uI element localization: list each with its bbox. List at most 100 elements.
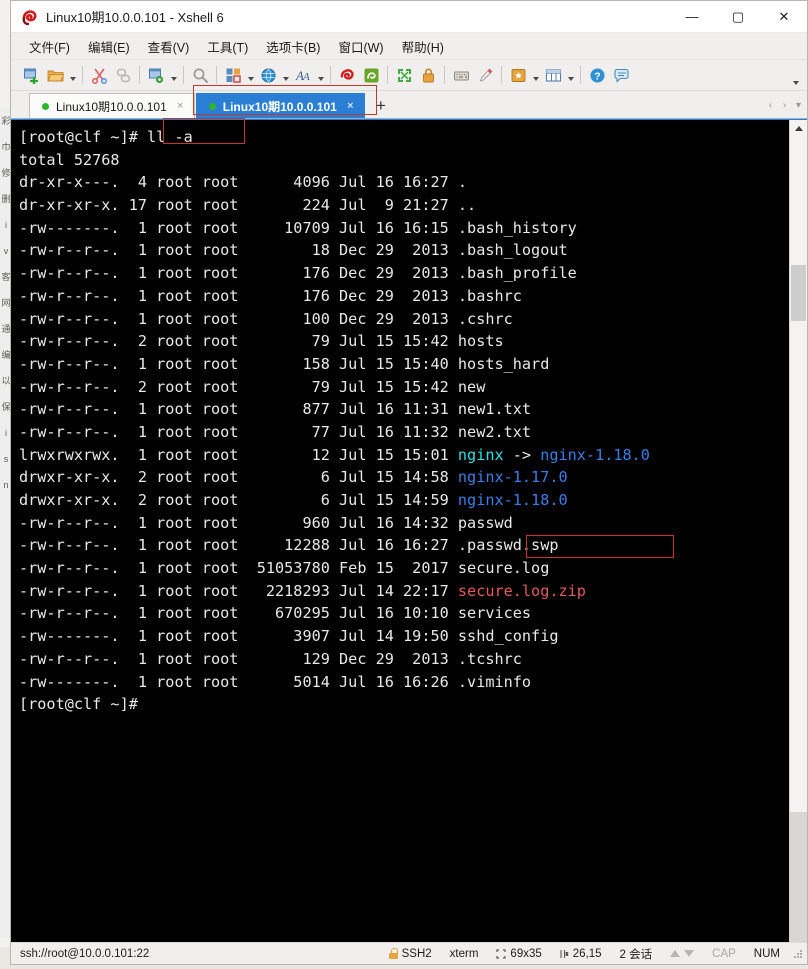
- status-cursor-label: 26,15: [572, 947, 602, 960]
- terminal-area: [root@clf ~]# ll -a total 52768 dr-xr-x---…: [11, 119, 807, 942]
- svg-text:?: ?: [594, 70, 600, 82]
- terminal-line: -rw-r--r--. 1 root root 877 Jul 16 11:31…: [19, 400, 532, 419]
- toolbar-separator: [387, 66, 388, 84]
- new-session-icon[interactable]: [19, 63, 43, 87]
- menu-edit[interactable]: 编辑(E): [79, 34, 139, 59]
- tab-close-icon[interactable]: ×: [175, 100, 186, 112]
- layout-icon[interactable]: [221, 63, 245, 87]
- properties-icon[interactable]: [144, 63, 168, 87]
- window-title: Linux10期10.0.0.101 - Xshell 6: [46, 10, 224, 25]
- resize-grip-icon[interactable]: [792, 948, 804, 960]
- scrollbar-bottom-filler: [790, 812, 807, 942]
- status-sessions: 2 会话: [619, 948, 653, 961]
- terminal-line: -rw-r--r--. 1 root root 960 Jul 16 14:32…: [19, 513, 513, 532]
- toolbar-separator: [501, 66, 502, 84]
- tab-session-1[interactable]: Linux10期10.0.0.101 ×: [29, 93, 195, 118]
- cut-icon[interactable]: [87, 63, 111, 87]
- chat-icon[interactable]: [609, 63, 633, 87]
- tab-prev-icon[interactable]: ‹: [766, 100, 775, 111]
- globe-icon[interactable]: [256, 63, 280, 87]
- terminal-line: drwxr-xr-x. 2 root root 6 Jul 15 14:58 n…: [19, 468, 568, 487]
- highlight-pen-icon[interactable]: [473, 63, 497, 87]
- properties-dropdown-caret[interactable]: [168, 63, 179, 87]
- xshell-icon[interactable]: [335, 63, 359, 87]
- terminal-scrollbar[interactable]: [789, 120, 807, 942]
- terminal-line: total 52768: [19, 150, 120, 169]
- compose-icon[interactable]: [506, 63, 530, 87]
- open-folder-dropdown-caret[interactable]: [67, 63, 78, 87]
- maximize-button[interactable]: ▢: [715, 1, 761, 32]
- menu-view[interactable]: 查看(V): [139, 34, 199, 59]
- terminal-line: -rw-r--r--. 1 root root 77 Jul 16 11:32 …: [19, 422, 532, 441]
- toolbar-separator: [139, 66, 140, 84]
- terminal-line: -rw-r--r--. 1 root root 176 Dec 29 2013 …: [19, 264, 577, 283]
- tab-next-icon[interactable]: ›: [780, 100, 789, 111]
- menu-bar: 文件(F) 编辑(E) 查看(V) 工具(T) 选项卡(B) 窗口(W) 帮助(…: [11, 33, 807, 60]
- scroll-up-arrow-icon[interactable]: [790, 120, 807, 137]
- terminal-line: -rw-r--r--. 1 root root 670295 Jul 16 10…: [19, 604, 532, 623]
- menu-help[interactable]: 帮助(H): [393, 34, 453, 59]
- close-button[interactable]: ✕: [761, 1, 807, 32]
- title-bar[interactable]: Linux10期10.0.0.101 - Xshell 6 — ▢ ✕: [11, 1, 807, 33]
- minimize-button[interactable]: —: [669, 1, 715, 32]
- scrollbar-track[interactable]: [790, 137, 807, 812]
- help-icon[interactable]: ?: [585, 63, 609, 87]
- window-controls: — ▢ ✕: [669, 1, 807, 32]
- tab-navigation: ‹ › ▾: [766, 93, 807, 118]
- table-icon[interactable]: [541, 63, 565, 87]
- open-folder-icon[interactable]: [43, 63, 67, 87]
- toolbar-overflow-caret[interactable]: [790, 71, 801, 85]
- status-size: 69x35: [487, 943, 550, 964]
- table-dropdown-caret[interactable]: [565, 63, 576, 87]
- menu-tabs[interactable]: 选项卡(B): [257, 34, 329, 59]
- tab-session-2[interactable]: Linux10期10.0.0.101 ×: [195, 93, 365, 118]
- terminal-size-icon: [496, 948, 507, 959]
- menu-file[interactable]: 文件(F): [20, 34, 79, 59]
- status-bar: ssh://root@10.0.0.101:22 SSH2 xterm 69x3…: [11, 942, 807, 964]
- terminal-line: -rw-r--r--. 1 root root 176 Dec 29 2013 …: [19, 286, 522, 305]
- terminal-line: -rw-r--r--. 2 root root 79 Jul 15 15:42 …: [19, 332, 504, 351]
- font-icon[interactable]: A A: [291, 63, 315, 87]
- toolbar-separator: [183, 66, 184, 84]
- scrollbar-thumb[interactable]: [791, 265, 806, 321]
- lock-icon[interactable]: [416, 63, 440, 87]
- tab-close-icon[interactable]: ×: [345, 100, 356, 112]
- keyboard-icon[interactable]: [449, 63, 473, 87]
- transfer-down-icon: [684, 950, 695, 957]
- fullscreen-icon[interactable]: [392, 63, 416, 87]
- status-protocol: SSH2: [380, 943, 441, 964]
- terminal-line: -rw-r--r--. 1 root root 2218293 Jul 14 2…: [19, 581, 586, 600]
- terminal-output[interactable]: [root@clf ~]# ll -a total 52768 dr-xr-x---…: [11, 120, 789, 942]
- status-connection-url: ssh://root@10.0.0.101:22: [20, 947, 150, 960]
- globe-dropdown-caret[interactable]: [280, 63, 291, 87]
- terminal-line: -rw-r--r--. 1 root root 158 Jul 15 15:40…: [19, 354, 550, 373]
- tab-menu-icon[interactable]: ▾: [794, 100, 803, 111]
- toolbar-separator: [444, 66, 445, 84]
- layout-dropdown-caret[interactable]: [245, 63, 256, 87]
- terminal-line: -rw-r--r--. 1 root root 18 Dec 29 2013 .…: [19, 241, 568, 260]
- toolbar-separator: [580, 66, 581, 84]
- terminal-line: lrwxrwxrwx. 1 root root 12 Jul 15 15:01 …: [19, 445, 650, 464]
- search-icon[interactable]: [188, 63, 212, 87]
- terminal-line: dr-xr-xr-x. 17 root root 224 Jul 9 21:27…: [19, 196, 477, 215]
- font-dropdown-caret[interactable]: [315, 63, 326, 87]
- transfer-up-icon: [670, 950, 681, 957]
- terminal-line: -rw-r--r--. 1 root root 129 Dec 29 2013 …: [19, 649, 522, 668]
- xshell-logo-icon: [21, 8, 39, 26]
- menu-window[interactable]: 窗口(W): [329, 34, 392, 59]
- menu-tools[interactable]: 工具(T): [198, 34, 257, 59]
- tab-status-dot: [208, 102, 216, 110]
- lock-icon: [388, 948, 398, 959]
- xftp-icon[interactable]: [359, 63, 383, 87]
- status-transfer: [661, 943, 703, 964]
- new-tab-button[interactable]: +: [369, 93, 393, 118]
- terminal-line: -rw-------. 1 root root 3907 Jul 14 19:5…: [19, 627, 559, 646]
- copy-link-icon[interactable]: [111, 63, 135, 87]
- status-protocol-label: SSH2: [401, 947, 432, 960]
- compose-dropdown-caret[interactable]: [530, 63, 541, 87]
- status-cursor: 26,15: [551, 943, 611, 964]
- status-size-label: 69x35: [510, 947, 542, 960]
- terminal-line: dr-xr-x---. 4 root root 4096 Jul 16 16:2…: [19, 173, 468, 192]
- toolbar-separator: [330, 66, 331, 84]
- terminal-line: -rw-------. 1 root root 10709 Jul 16 16:…: [19, 218, 577, 237]
